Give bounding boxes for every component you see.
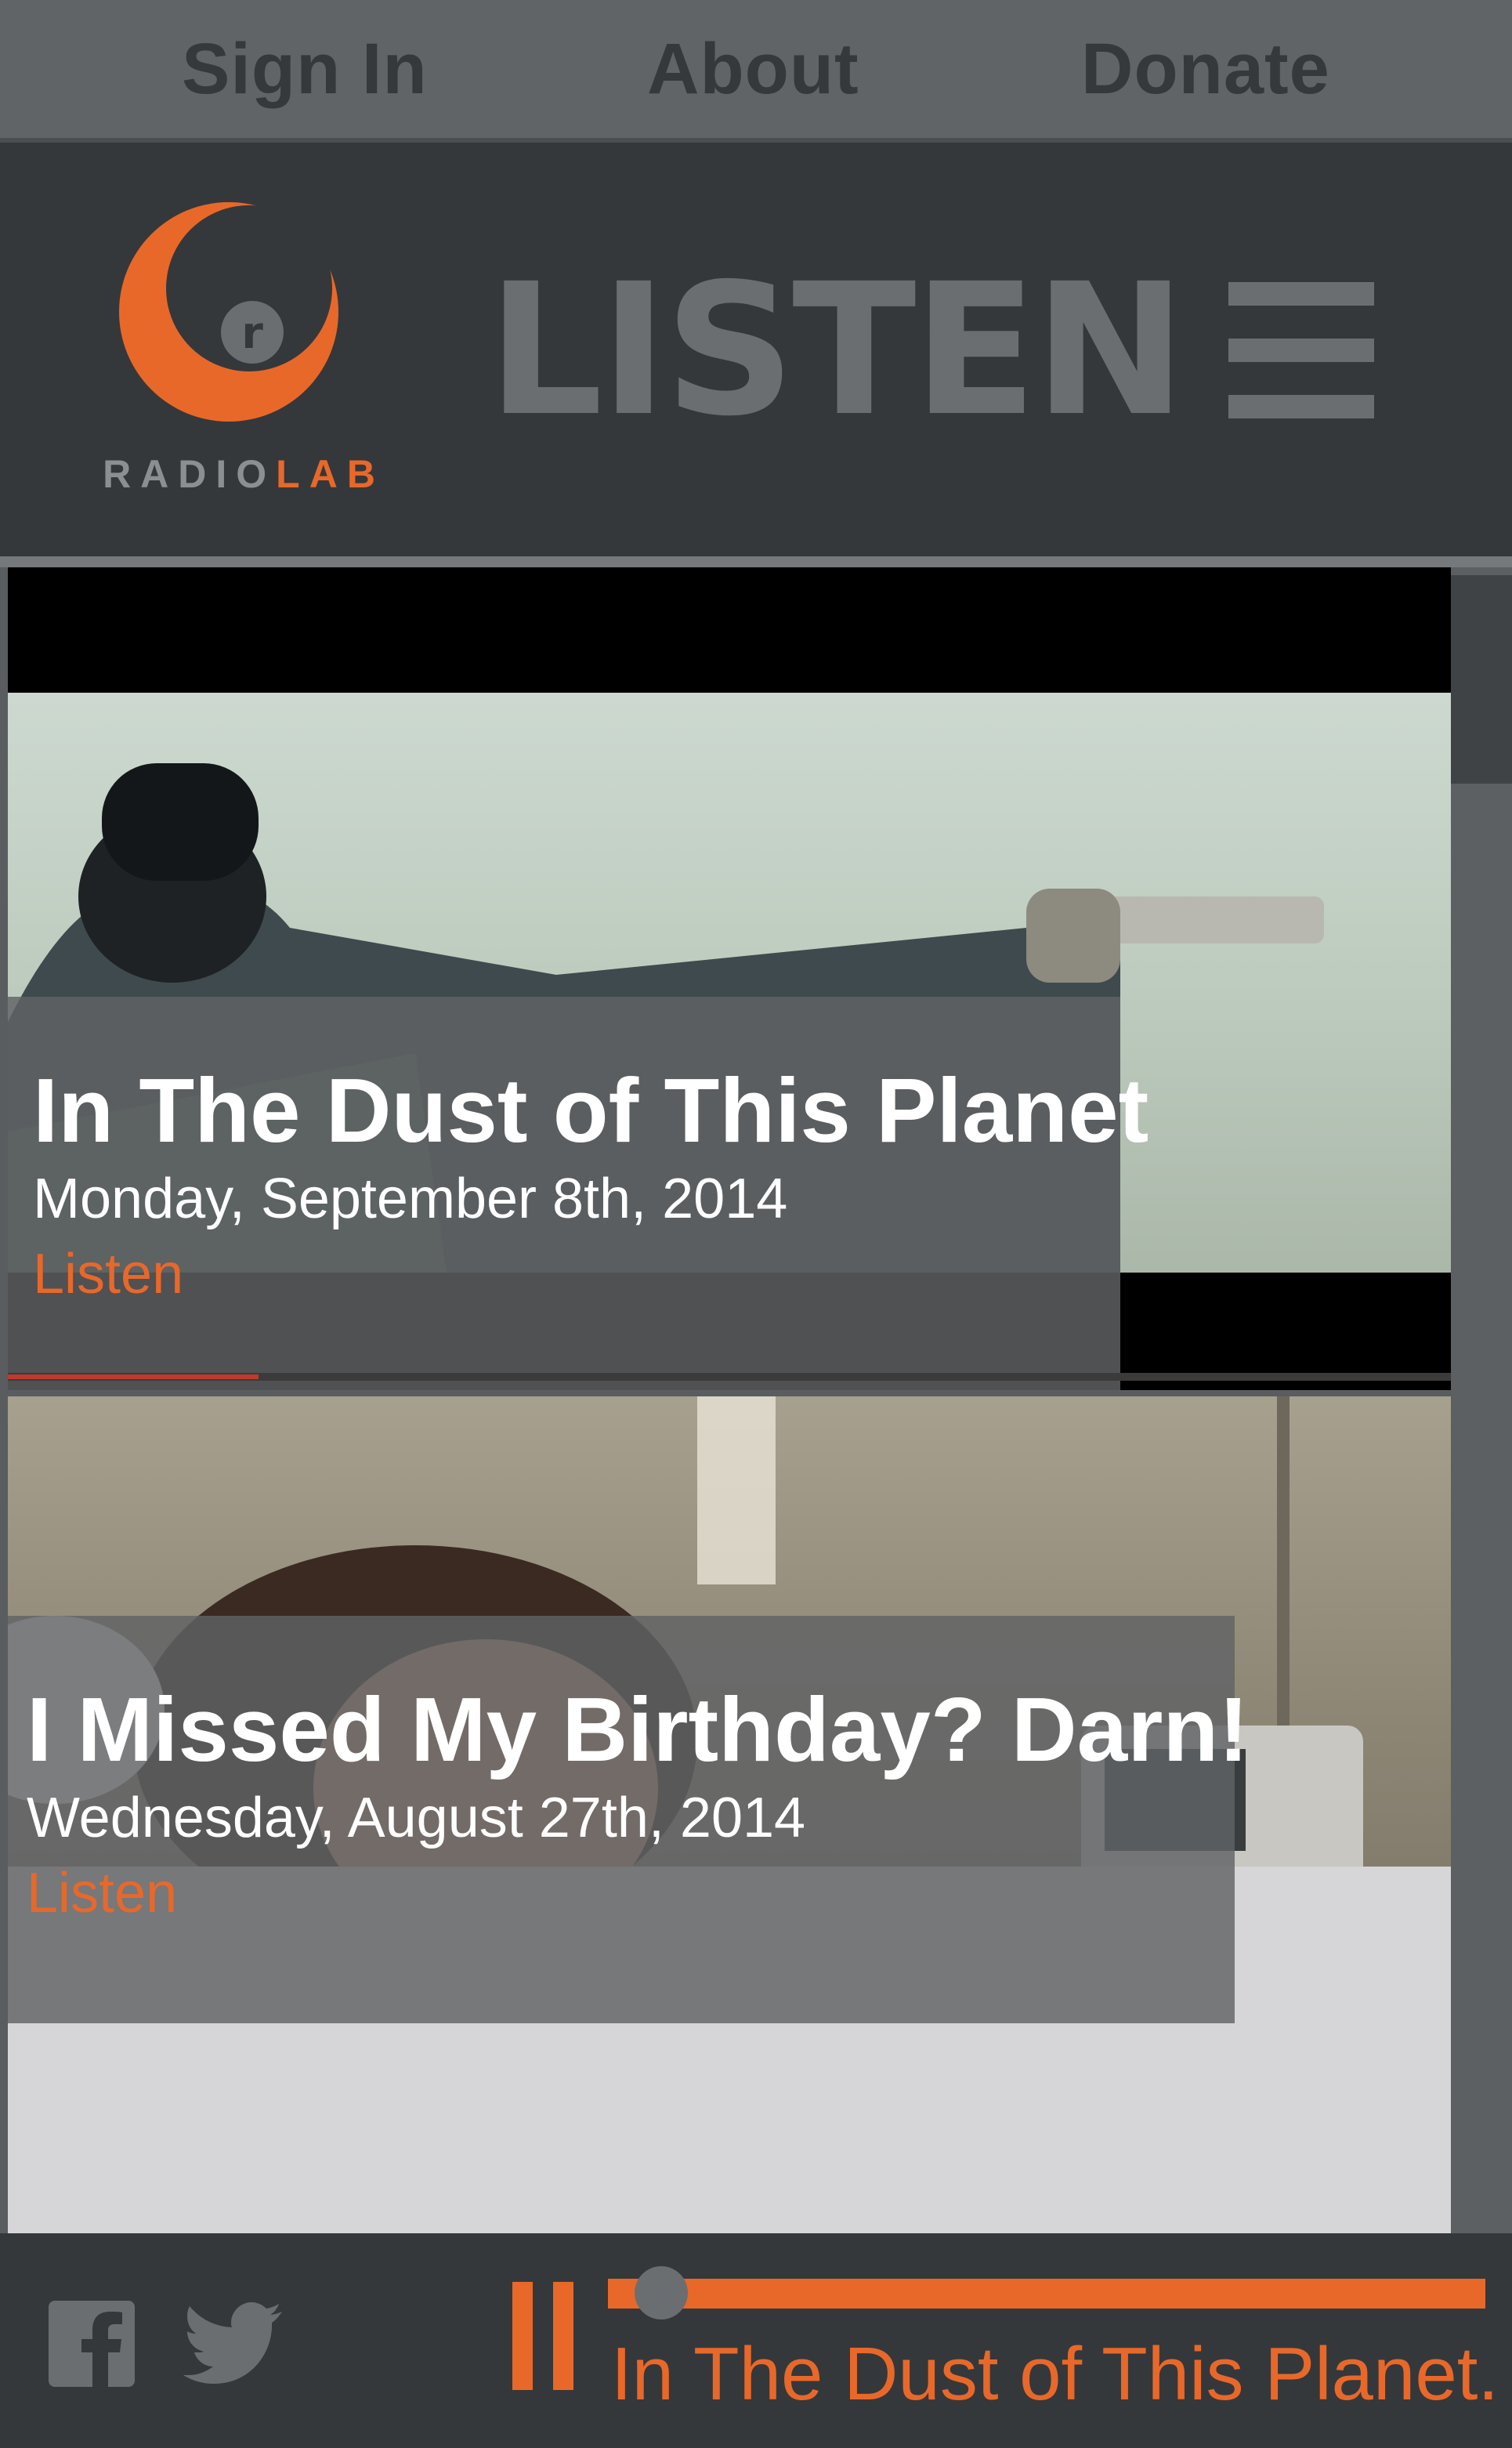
sign-in-link[interactable]: Sign In — [182, 22, 428, 116]
episode-date: Wednesday, August 27th, 2014 — [27, 1787, 806, 1849]
facebook-icon[interactable] — [49, 2301, 135, 2387]
radiolab-logo-mark: r — [119, 202, 338, 422]
listen-link[interactable]: Listen — [27, 1856, 1235, 1931]
episode-info: I Missed My Birthday? Darn! Wednesday, A… — [8, 1616, 1249, 2023]
page-title: LISTEN — [487, 244, 1186, 456]
about-link[interactable]: About — [647, 22, 859, 116]
header: r RADIOLAB LISTEN — [0, 143, 1512, 556]
scrollbar-thumb[interactable] — [1451, 575, 1512, 784]
episode-title[interactable]: I Missed My Birthday? Darn! — [27, 1678, 1249, 1780]
now-playing-title[interactable]: In The Dust of This Planet... — [611, 2327, 1504, 2421]
radiolab-logo[interactable]: r RADIOLAB — [75, 202, 412, 500]
episode-title[interactable]: In The Dust of This Planet — [33, 1059, 1148, 1161]
top-nav: Sign In About Donate — [0, 0, 1512, 143]
radiolab-wordmark: RADIOLAB — [75, 451, 412, 497]
episode-date: Monday, September 8th, 2014 — [33, 1168, 788, 1230]
listen-link[interactable]: Listen — [33, 1237, 1120, 1312]
logo-radio-text: RADIO — [103, 452, 277, 496]
pause-icon[interactable] — [512, 2282, 575, 2390]
episode-feed[interactable]: In The Dust of This Planet Monday, Septe… — [0, 567, 1512, 2233]
scrollbar-track[interactable] — [1451, 567, 1512, 2233]
twitter-icon[interactable] — [182, 2301, 284, 2387]
svg-text:r: r — [241, 308, 263, 359]
playback-progress-track[interactable] — [608, 2279, 1485, 2309]
episode-info: In The Dust of This Planet Monday, Septe… — [8, 997, 1148, 1390]
logo-lab-text: LAB — [276, 452, 385, 496]
header-divider — [0, 556, 1512, 567]
player-bar: In The Dust of This Planet... — [0, 2233, 1512, 2448]
episode-card[interactable]: In The Dust of This Planet Monday, Septe… — [8, 567, 1451, 1390]
playback-scrubber-handle[interactable] — [634, 2266, 688, 2319]
menu-icon[interactable] — [1228, 282, 1374, 418]
video-progress-bar — [8, 1373, 1451, 1381]
episode-card[interactable]: I Missed My Birthday? Darn! Wednesday, A… — [8, 1396, 1451, 2233]
donate-link[interactable]: Donate — [1081, 22, 1330, 116]
